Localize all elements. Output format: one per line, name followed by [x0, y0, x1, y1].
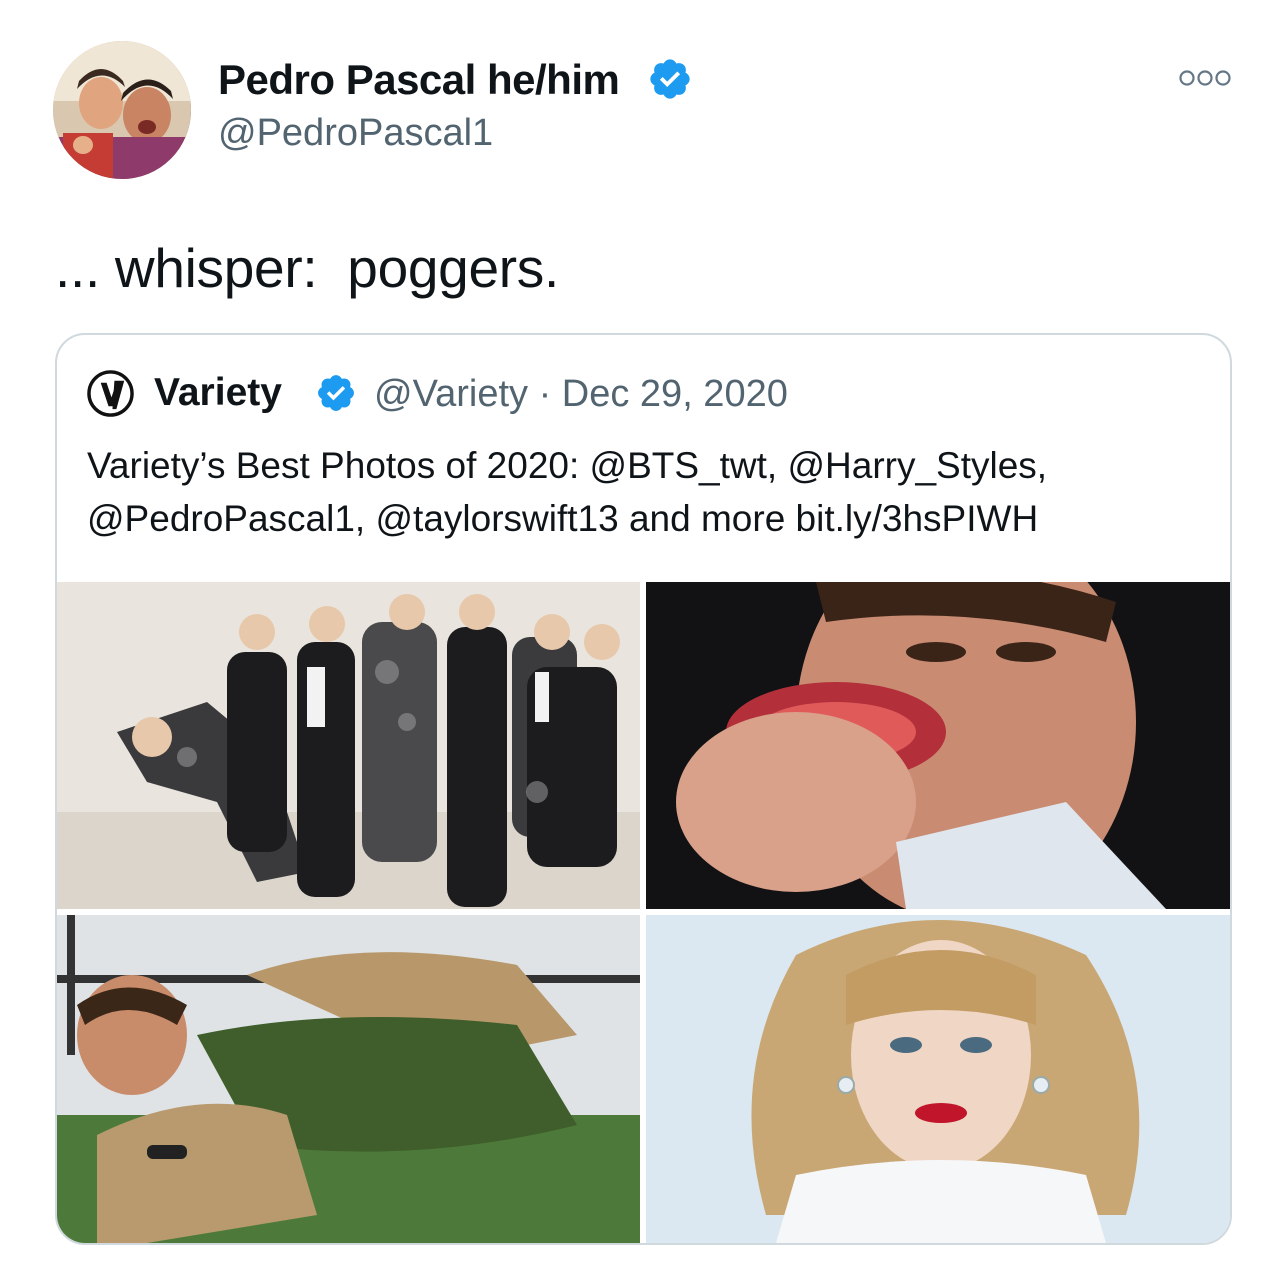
quoted-handle-date[interactable]: @Variety · Dec 29, 2020 [374, 373, 788, 416]
photo-group[interactable] [57, 582, 640, 909]
photo-portrait[interactable] [646, 915, 1230, 1243]
tweet-text: ... whisper: poggers. [55, 237, 559, 299]
verified-badge-icon [647, 56, 693, 102]
quoted-text-line: @PedroPascal1, @taylorswift13 and more b… [87, 498, 1039, 539]
variety-logo-icon [87, 370, 134, 417]
quoted-text-line: Variety’s Best Photos of 2020: @BTS_twt,… [87, 445, 1048, 486]
author-avatar[interactable] [53, 41, 191, 179]
more-options-icon[interactable] [1178, 66, 1232, 90]
photo-eating[interactable] [646, 582, 1230, 909]
author-handle[interactable]: @PedroPascal1 [218, 112, 493, 155]
verified-badge-icon [315, 372, 357, 414]
author-name[interactable]: Pedro Pascal he/him [218, 56, 620, 104]
photo-reclining[interactable] [57, 915, 640, 1243]
photo-grid [57, 582, 1230, 1243]
quoted-author-name[interactable]: Variety [154, 371, 282, 415]
quoted-tweet-text: Variety’s Best Photos of 2020: @BTS_twt,… [87, 439, 1207, 545]
tweet: Pedro Pascal he/him @PedroPascal1 ... wh… [0, 0, 1270, 1272]
quoted-tweet[interactable]: Variety @Variety · Dec 29, 2020 Variety’… [55, 333, 1232, 1245]
